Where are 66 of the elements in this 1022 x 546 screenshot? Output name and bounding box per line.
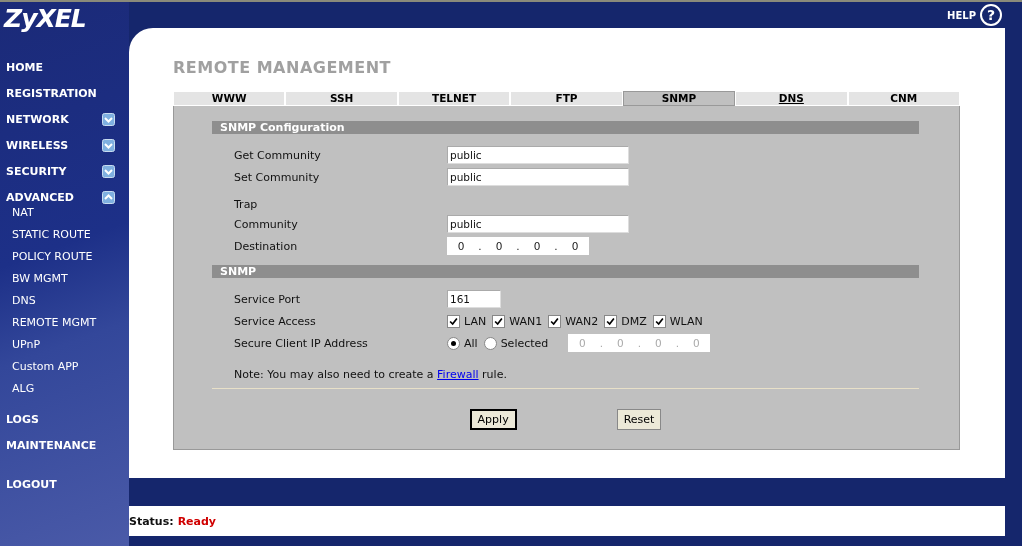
field-label: Secure Client IP Address bbox=[234, 336, 369, 350]
tab[interactable]: WWW bbox=[173, 91, 286, 106]
radio-label: All bbox=[464, 336, 478, 350]
checkbox-label: DMZ bbox=[621, 314, 647, 328]
checkbox-label: WLAN bbox=[669, 314, 703, 328]
expand-icon[interactable] bbox=[102, 164, 115, 178]
nav-subitem[interactable]: UPnP bbox=[12, 334, 41, 356]
field-label: Community bbox=[234, 217, 299, 231]
text-field[interactable]: public bbox=[447, 215, 629, 233]
nav-subitem[interactable]: REMOTE MGMT bbox=[12, 312, 97, 334]
tab[interactable]: DNS bbox=[735, 91, 848, 106]
field-label: Destination bbox=[234, 239, 299, 253]
checkbox[interactable] bbox=[604, 314, 618, 328]
port-field[interactable]: 161 bbox=[447, 290, 501, 308]
logo: ZyXEL bbox=[2, 3, 87, 35]
expand-icon[interactable] bbox=[102, 112, 115, 126]
nav-subitem[interactable]: NAT bbox=[12, 202, 34, 224]
expand-icon[interactable] bbox=[102, 138, 115, 152]
nav-subitem[interactable]: POLICY ROUTE bbox=[12, 246, 93, 268]
nav-item[interactable]: MAINTENANCE bbox=[6, 438, 97, 452]
tab[interactable]: SNMP bbox=[622, 91, 736, 106]
status-label: Status: bbox=[129, 514, 174, 528]
nav-subitem[interactable]: STATIC ROUTE bbox=[12, 224, 91, 246]
tab[interactable]: FTP bbox=[510, 91, 623, 106]
section-header: SNMP Configuration bbox=[212, 121, 919, 134]
nav-item[interactable]: ADVANCED bbox=[6, 190, 74, 204]
field-label: Service Access bbox=[234, 314, 317, 328]
nav-subitem[interactable]: DNS bbox=[12, 290, 36, 312]
form-button[interactable]: Apply bbox=[469, 409, 517, 430]
nav-item[interactable]: SECURITY bbox=[6, 164, 67, 178]
tab[interactable]: CNM bbox=[847, 91, 960, 106]
checkbox[interactable] bbox=[548, 314, 562, 328]
checkbox-label: WAN1 bbox=[509, 314, 543, 328]
note-text: Note: You may also need to create a Firewall rule. bbox=[233, 367, 508, 381]
checkbox[interactable] bbox=[492, 314, 506, 328]
nav-subitem[interactable]: BW MGMT bbox=[12, 268, 68, 290]
nav-item[interactable]: HOME bbox=[6, 60, 44, 74]
text-field[interactable]: public bbox=[447, 168, 629, 186]
ip-address-field[interactable]: 0 . 0 . 0 . 0 bbox=[447, 237, 589, 255]
form-button[interactable]: Reset bbox=[616, 409, 662, 430]
field-label: Service Port bbox=[234, 292, 301, 306]
status-value: Ready bbox=[177, 514, 217, 528]
checkbox[interactable] bbox=[652, 314, 666, 328]
field-label: Trap bbox=[234, 198, 259, 211]
checkbox-label: LAN bbox=[464, 314, 487, 328]
nav-item[interactable]: REGISTRATION bbox=[6, 86, 97, 100]
checkbox[interactable] bbox=[447, 314, 460, 328]
tab[interactable]: SSH bbox=[285, 91, 398, 106]
nav-item[interactable]: WIRELESS bbox=[6, 138, 69, 152]
firewall-link[interactable]: Firewall bbox=[437, 368, 479, 381]
help-icon[interactable]: ? bbox=[980, 4, 1002, 26]
text-field[interactable]: public bbox=[447, 146, 629, 164]
collapse-icon[interactable] bbox=[102, 190, 115, 204]
help-link[interactable]: HELP bbox=[947, 9, 976, 21]
checkbox-label: WAN2 bbox=[565, 314, 599, 328]
tab[interactable]: TELNET bbox=[397, 91, 511, 106]
page-title: REMOTE MANAGEMENT bbox=[173, 58, 392, 77]
field-label: Set Community bbox=[234, 170, 321, 184]
radio-label: Selected bbox=[500, 336, 549, 350]
nav-subitem[interactable]: ALG bbox=[12, 378, 35, 400]
nav-item[interactable]: LOGS bbox=[6, 412, 39, 426]
field-label: Get Community bbox=[234, 148, 322, 162]
section-header: SNMP bbox=[212, 265, 919, 278]
nav-item[interactable]: NETWORK bbox=[6, 112, 69, 126]
nav-subitem[interactable]: Custom APP bbox=[12, 356, 79, 378]
nav-item[interactable]: LOGOUT bbox=[6, 477, 57, 491]
